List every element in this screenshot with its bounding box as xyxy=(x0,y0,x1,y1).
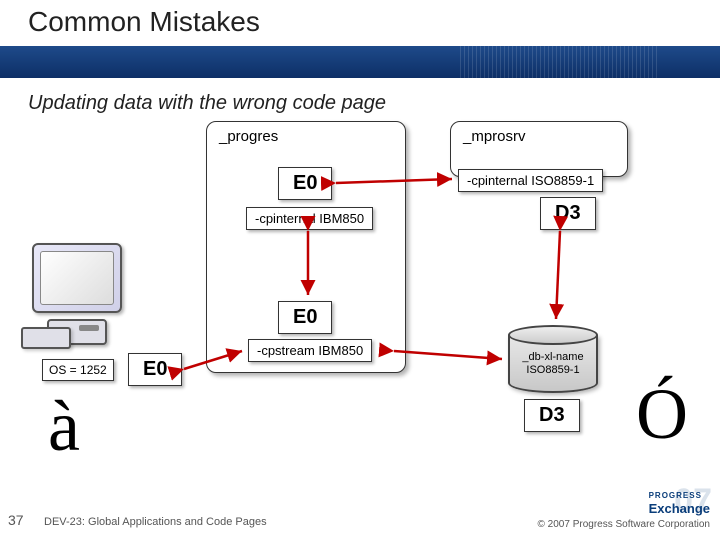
slide-number: 37 xyxy=(8,512,24,528)
mprosrv-title: _mprosrv xyxy=(451,122,627,147)
char-a-grave: à xyxy=(48,385,80,468)
db-label-2: ISO8859-1 xyxy=(526,364,579,376)
slide-title: Common Mistakes xyxy=(28,6,260,38)
os-label: OS = 1252 xyxy=(42,359,114,381)
database-icon: _db-xl-name ISO8859-1 xyxy=(508,325,598,393)
progres-box: _progres xyxy=(206,121,406,373)
diagram-canvas: _progres _mprosrv E0 -cpinternal IBM850 … xyxy=(0,115,720,515)
brand-logo: 07 PROGRESS Exchange xyxy=(649,486,710,516)
computer-icon xyxy=(32,243,122,345)
cpinternal-iso-box: -cpinternal ISO8859-1 xyxy=(458,169,603,192)
code-e0-left: E0 xyxy=(128,353,182,386)
db-label-1: _db-xl-name xyxy=(522,351,583,363)
progres-title: _progres xyxy=(207,122,405,147)
cpstream-ibm-box: -cpstream IBM850 xyxy=(248,339,372,362)
cpinternal-ibm-box: -cpinternal IBM850 xyxy=(246,207,373,230)
code-e0-mid: E0 xyxy=(278,301,332,334)
subtitle: Updating data with the wrong code page xyxy=(28,92,720,115)
copyright: © 2007 Progress Software Corporation xyxy=(538,519,710,530)
code-d3-bottom: D3 xyxy=(524,399,580,432)
char-o-acute: Ó xyxy=(636,373,688,456)
code-d3-top: D3 xyxy=(540,197,596,230)
session-title: DEV-23: Global Applications and Code Pag… xyxy=(44,516,267,528)
code-e0-top: E0 xyxy=(278,167,332,200)
footer: 37 DEV-23: Global Applications and Code … xyxy=(0,504,720,534)
title-band xyxy=(0,46,720,78)
